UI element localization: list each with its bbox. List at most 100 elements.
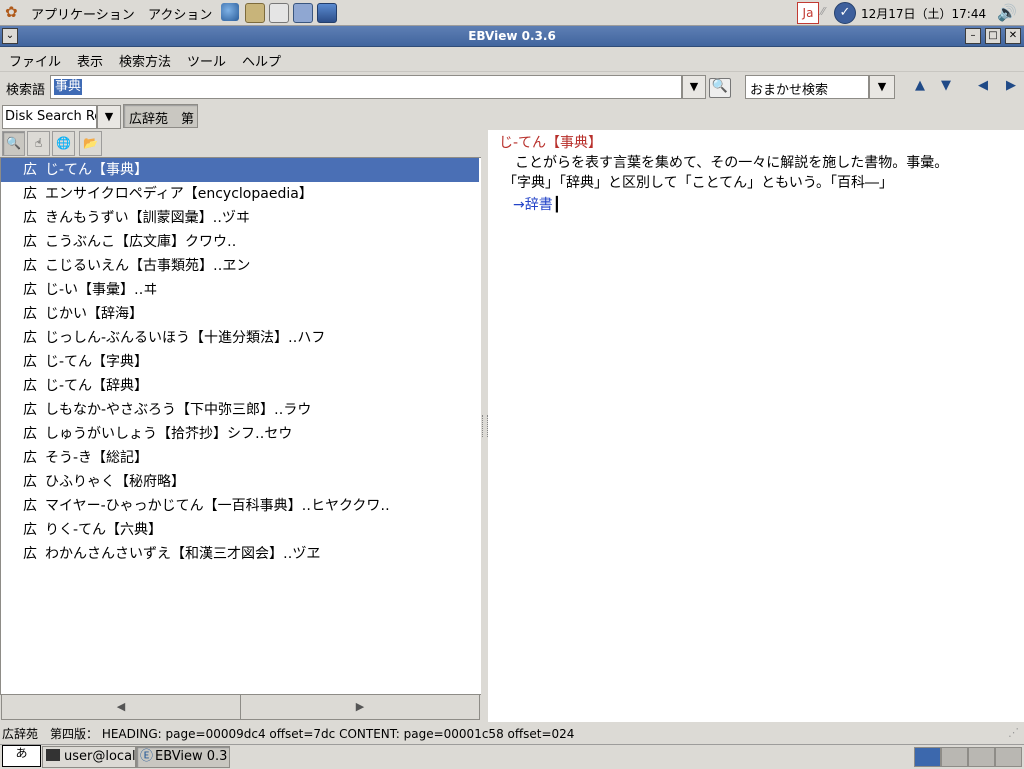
scroll-left-button[interactable]: ◀ [1,694,241,720]
list-item-dictionary: 広 [23,186,37,202]
list-item-dictionary: 広 [23,546,37,562]
search-label: 検索語 [6,83,46,98]
workspace-1[interactable] [914,747,941,767]
list-item[interactable]: 広マイヤー‐ひゃっかじてん【一百科事典】‥ヒヤククワ‥ [1,494,479,518]
globe-icon[interactable]: 🌐 [52,131,75,156]
resize-grip[interactable]: ⋰ [1008,726,1019,739]
applications-menu[interactable]: アプリケーション [31,4,135,23]
mail-icon[interactable] [245,3,265,23]
actions-menu[interactable]: アクション [148,4,212,23]
scroll-right-button[interactable]: ▶ [240,694,480,720]
menu-view[interactable]: 表示 [77,51,103,70]
list-item-word: マイヤー‐ひゃっかじてん【一百科事典】‥ヒヤククワ‥ [45,498,390,514]
list-item-word: りく‐てん【六典】 [45,522,163,538]
list-item[interactable]: 広そう‐き【総記】 [1,446,479,470]
list-item-word: じ‐い【事彙】‥ヰ [45,282,158,298]
entry-heading: じ‐てん【事典】 [499,135,603,151]
list-item-dictionary: 広 [23,282,37,298]
office-icon[interactable] [293,3,313,23]
list-item[interactable]: 広じっしん‐ぶんるいほう【十進分類法】‥ハフ [1,326,479,350]
gnome-foot-icon[interactable]: ✿ [5,3,18,21]
workspace-2[interactable] [941,747,968,767]
list-item-word: きんもうずい【訓蒙図彙】‥ヅヰ [45,210,250,226]
list-item-word: しゅうがいしょう【拾芥抄】シフ‥セウ [45,426,293,442]
list-item-dictionary: 広 [23,258,37,274]
list-item[interactable]: 広きんもうずい【訓蒙図彙】‥ヅヰ [1,206,479,230]
search-method-dropdown[interactable]: ▼ [869,75,895,99]
dictionary-group-value: Disk Search Re [5,109,97,124]
list-item-word: じっしん‐ぶんるいほう【十進分類法】‥ハフ [45,330,326,346]
back-icon[interactable]: ◀ [975,78,991,93]
search-icon[interactable]: 🔍 [709,78,731,98]
list-item[interactable]: 広ひふりゃく【秘府略】 [1,470,479,494]
folder-icon[interactable]: 📂 [79,131,102,156]
input-method-indicator[interactable]: Ja [797,2,819,24]
search-mode-icon[interactable]: 🔍 [2,131,25,156]
entry-link-text[interactable]: →辞書 [513,197,553,213]
menu-file[interactable]: ファイル [9,51,61,70]
list-item-dictionary: 広 [23,402,37,418]
search-input[interactable]: 事典 [50,75,682,99]
menu-tools[interactable]: ツール [187,51,226,70]
list-item[interactable]: 広じ‐てん【事典】 [1,158,479,182]
list-item-dictionary: 広 [23,162,37,178]
list-item-word: わかんさんさいずえ【和漢三才図会】‥ヅヱ [45,546,321,562]
search-input-value[interactable]: 事典 [54,79,83,95]
list-item[interactable]: 広エンサイクロペディア【encyclopaedia】 [1,182,479,206]
ebview-icon: Ⓔ [140,749,154,764]
result-list[interactable]: 広じ‐てん【事典】広エンサイクロペディア【encyclopaedia】広きんもう… [0,157,482,695]
list-item-word: じ‐てん【辞典】 [45,378,149,394]
dictionary-toggle-button[interactable]: 広辞苑 第 [123,104,198,128]
terminal-icon[interactable] [317,3,337,23]
volume-icon[interactable]: 🔊 [997,3,1017,22]
entry-reference-link[interactable]: →辞書┃ [513,194,561,214]
ime-mode-indicator[interactable]: あ [2,745,41,767]
list-item-dictionary: 広 [23,330,37,346]
minimize-button[interactable]: – [965,28,981,44]
list-item[interactable]: 広じ‐てん【辞典】 [1,374,479,398]
menubar: ファイル 表示 検索方法 ツール ヘルプ [0,47,1024,72]
search-method-select[interactable]: おまかせ検索 [745,75,869,99]
menu-help[interactable]: ヘルプ [242,51,281,70]
bottom-panel: あ user@local Ⓔ EBView 0.3 [0,744,1024,769]
list-item-word: ひふりゃく【秘府略】 [45,474,185,490]
task-terminal[interactable]: user@local [42,746,136,768]
list-item[interactable]: 広じ‐てん【字典】 [1,350,479,374]
task-ebview[interactable]: Ⓔ EBView 0.3 [136,746,230,768]
list-item[interactable]: 広こうぶんこ【広文庫】クワウ‥ [1,230,479,254]
dictionary-group-select[interactable]: Disk Search Re [2,105,97,129]
update-check-icon[interactable]: ✓ [834,2,856,24]
list-item-dictionary: 広 [23,234,37,250]
workspace-3[interactable] [968,747,995,767]
list-item[interactable]: 広こじるいえん【古事類苑】‥ヱン [1,254,479,278]
dictionary-toggle-label: 広辞苑 第 [129,112,195,127]
list-item[interactable]: 広しもなか‐やさぶろう【下中弥三郎】‥ラウ [1,398,479,422]
workspace-4[interactable] [995,747,1022,767]
list-item-dictionary: 広 [23,378,37,394]
list-item[interactable]: 広しゅうがいしょう【拾芥抄】シフ‥セウ [1,422,479,446]
list-item[interactable]: 広じ‐い【事彙】‥ヰ [1,278,479,302]
menu-search-method[interactable]: 検索方法 [119,51,171,70]
close-button[interactable]: ✕ [1005,28,1021,44]
list-item-dictionary: 広 [23,450,37,466]
next-hit-icon[interactable]: ▼ [938,78,954,93]
dictionary-group-dropdown[interactable]: ▼ [97,105,121,129]
list-item-word: じかい【辞海】 [45,306,143,322]
hand-icon[interactable]: ☝ [27,131,50,156]
search-method-value: おまかせ検索 [750,83,829,98]
task-terminal-label: user@local [64,749,136,764]
status-text: 広辞苑 第四版： HEADING: page=00009dc4 offset=7… [2,727,575,741]
clock[interactable]: 12月17日（土）17:44 [861,5,986,22]
entry-body-line: ことがらを表す言葉を集めて、その一々に解説を施した書物。事彙。 [515,155,949,171]
forward-icon[interactable]: ▶ [1003,78,1019,93]
list-item[interactable]: 広わかんさんさいずえ【和漢三才図会】‥ヅヱ [1,542,479,566]
list-item[interactable]: 広りく‐てん【六典】 [1,518,479,542]
maximize-button[interactable]: □ [985,28,1001,44]
editor-icon[interactable] [269,3,289,23]
browser-icon[interactable] [221,3,239,21]
list-item-dictionary: 広 [23,306,37,322]
prev-hit-icon[interactable]: ▲ [912,78,928,93]
search-history-dropdown[interactable]: ▼ [682,75,706,99]
list-item[interactable]: 広じかい【辞海】 [1,302,479,326]
content-pane[interactable]: じ‐てん【事典】 ことがらを表す言葉を集めて、その一々に解説を施した書物。事彙。… [488,130,1024,722]
